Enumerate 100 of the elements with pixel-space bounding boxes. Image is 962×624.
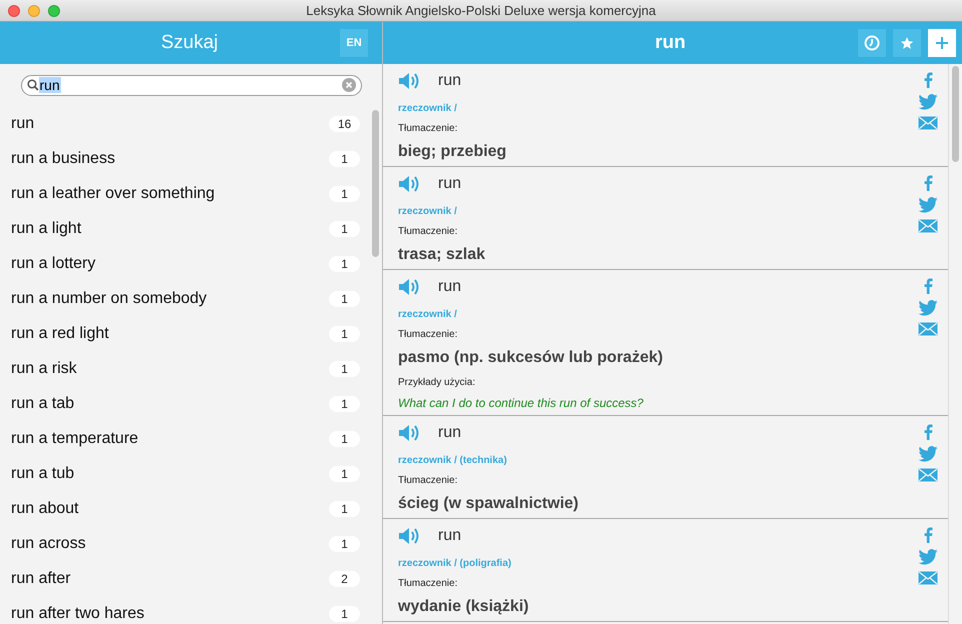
result-phrase: run a risk [11,358,77,378]
facebook-icon[interactable] [923,527,933,543]
speaker-icon[interactable] [398,278,420,296]
search-field[interactable]: run [20,74,362,96]
count-badge: 1 [329,466,360,482]
result-phrase: run [11,114,34,134]
speaker-icon[interactable] [398,424,420,442]
count-badge: 1 [329,606,360,622]
result-phrase: run after two hares [11,604,144,624]
scrollbar-thumb[interactable] [372,110,378,257]
part-of-speech: rzeczownik / (poligrafia) [398,558,512,570]
count-badge: 1 [329,430,360,446]
search-text: run [38,77,61,93]
examples-label: Przykłady użycia: [398,377,476,389]
translation-label: Tłumaczenie: [398,226,458,238]
count-badge: 16 [329,116,360,132]
speaker-icon[interactable] [398,527,420,545]
result-item[interactable]: run a red light 1 [0,316,368,351]
example-sentence: What can I do to continue this run of success? [398,396,644,410]
result-item[interactable]: run a business 1 [0,141,368,176]
favorite-button[interactable] [893,29,921,57]
count-badge: 1 [329,360,360,376]
bird-icon[interactable] [918,94,938,110]
result-item[interactable]: run a risk 1 [0,351,368,386]
result-item[interactable]: run after two hares 1 [0,596,368,624]
count-badge: 1 [329,290,360,306]
clock-icon [864,35,880,51]
envelope-icon[interactable] [918,468,938,482]
count-badge: 1 [329,326,360,342]
scrollbar-thumb[interactable] [952,66,959,162]
result-phrase: run after [11,568,71,588]
result-phrase: run a business [11,148,116,168]
result-item[interactable]: run 16 [0,106,368,141]
result-item[interactable]: run a light 1 [0,211,368,246]
bird-icon[interactable] [918,197,938,213]
panel-title: run [655,30,686,55]
result-item[interactable]: run about 1 [0,491,368,526]
entry-word: run [438,174,462,194]
count-badge: 1 [329,220,360,236]
count-badge: 1 [329,396,360,412]
count-badge: 1 [329,186,360,202]
translation-text: trasa; szlak [398,246,486,264]
count-badge: 1 [329,536,360,552]
facebook-icon[interactable] [923,175,933,191]
result-phrase: run a leather over something [11,184,215,204]
result-item[interactable]: run a temperature 1 [0,421,368,456]
part-of-speech: rzeczownik / (technika) [398,455,507,467]
window-title: Leksyka Słownik Angielsko-Polski Deluxe wersja komercyjna [306,2,656,20]
count-badge: 1 [329,500,360,516]
plus-icon [935,36,949,50]
translation-text: pasmo (np. sukcesów lub porażek) [398,349,663,367]
result-phrase: run across [11,534,86,554]
count-badge: 1 [329,256,360,272]
result-item[interactable]: run a tub 1 [0,456,368,491]
result-item[interactable]: run a leather over something 1 [0,176,368,211]
result-phrase: run a temperature [11,428,138,448]
result-phrase: run a light [11,218,82,238]
add-button[interactable] [928,29,956,57]
envelope-icon[interactable] [918,219,938,233]
close-button[interactable] [8,4,20,16]
envelope-icon[interactable] [918,322,938,336]
envelope-icon[interactable] [918,116,938,130]
result-phrase: run about [11,498,79,518]
facebook-icon[interactable] [923,424,933,440]
part-of-speech: rzeczownik / [398,309,457,321]
part-of-speech: rzeczownik / [398,206,457,218]
bird-icon[interactable] [918,446,938,462]
clear-icon[interactable] [342,78,356,92]
translation-label: Tłumaczenie: [398,475,458,487]
facebook-icon[interactable] [923,72,933,88]
part-of-speech: rzeczownik / [398,103,457,115]
entry-word: run [438,526,462,546]
translation-text: ścieg (w spawalnictwie) [398,495,578,513]
result-item[interactable]: run a tab 1 [0,386,368,421]
zoom-button[interactable] [48,4,60,16]
facebook-icon[interactable] [923,278,933,294]
history-button[interactable] [858,29,886,57]
count-badge: 1 [329,150,360,166]
result-phrase: run a tub [11,464,74,484]
result-item[interactable]: run a number on somebody 1 [0,281,368,316]
bird-icon[interactable] [918,300,938,316]
search-icon [26,79,38,91]
speaker-icon[interactable] [398,175,420,193]
result-item[interactable]: run a lottery 1 [0,246,368,281]
star-icon [900,36,914,50]
entry-word: run [438,423,462,443]
translation-label: Tłumaczenie: [398,123,458,135]
result-phrase: run a tab [11,394,74,414]
speaker-icon[interactable] [398,72,420,90]
entry-word: run [438,71,462,91]
result-item[interactable]: run across 1 [0,526,368,561]
translation-label: Tłumaczenie: [398,578,458,590]
minimize-button[interactable] [28,4,40,16]
panel-title: Szukaj [161,30,218,55]
envelope-icon[interactable] [918,571,938,585]
bird-icon[interactable] [918,549,938,565]
result-phrase: run a number on somebody [11,288,207,308]
count-badge: 2 [329,570,360,586]
result-item[interactable]: run after 2 [0,561,368,596]
translation-text: wydanie (książki) [398,598,529,616]
